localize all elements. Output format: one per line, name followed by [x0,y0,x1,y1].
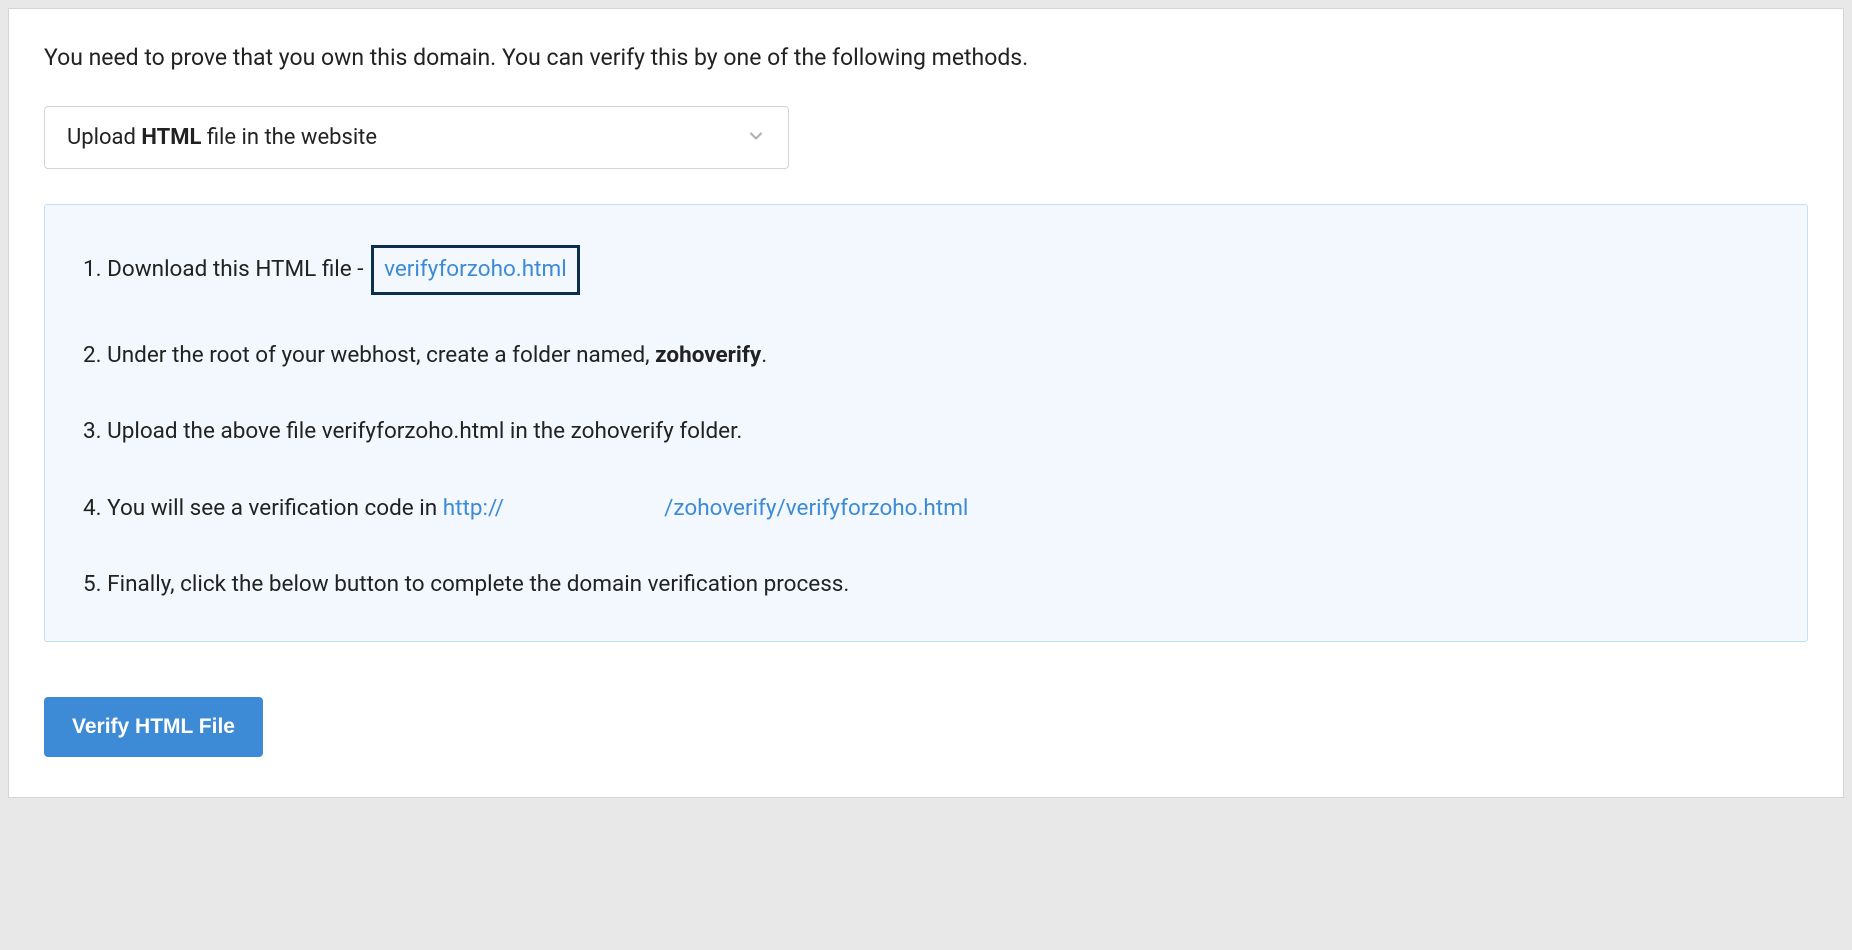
dropdown-prefix: Upload [67,125,141,150]
instruction-step-2: 2. Under the root of your webhost, creat… [83,340,1769,372]
verification-method-dropdown[interactable]: Upload HTML file in the website [44,106,789,169]
step4-prefix: 4. You will see a verification code in [83,495,443,521]
step1-text: 1. Download this HTML file - [83,256,369,282]
chevron-down-icon [746,126,766,150]
instruction-step-4: 4. You will see a verification code in h… [83,493,1769,525]
step2-folder-name: zohoverify [655,342,761,368]
instruction-step-3: 3. Upload the above file verifyforzoho.h… [83,416,1769,448]
instruction-step-1: 1. Download this HTML file - verifyforzo… [83,245,1769,295]
dropdown-label: Upload HTML file in the website [67,125,377,150]
url-part-a: http:// [443,495,504,521]
domain-verification-panel: You need to prove that you own this doma… [8,8,1844,798]
verification-url-link[interactable]: http:// /zohoverify/verifyforzoho.html [443,495,969,521]
step2-prefix: 2. Under the root of your webhost, creat… [83,342,655,368]
file-name: verifyforzoho.html [384,256,567,282]
instruction-step-5: 5. Finally, click the below button to co… [83,569,1769,601]
instructions-box: 1. Download this HTML file - verifyforzo… [44,204,1808,642]
dropdown-suffix: file in the website [201,125,377,150]
url-part-b: /zohoverify/verifyforzoho.html [664,495,968,521]
verify-html-file-button[interactable]: Verify HTML File [44,697,263,757]
download-file-link[interactable]: verifyforzoho.html [371,245,580,295]
intro-text: You need to prove that you own this doma… [44,44,1808,71]
step2-suffix: . [761,342,767,368]
dropdown-bold: HTML [141,125,201,150]
